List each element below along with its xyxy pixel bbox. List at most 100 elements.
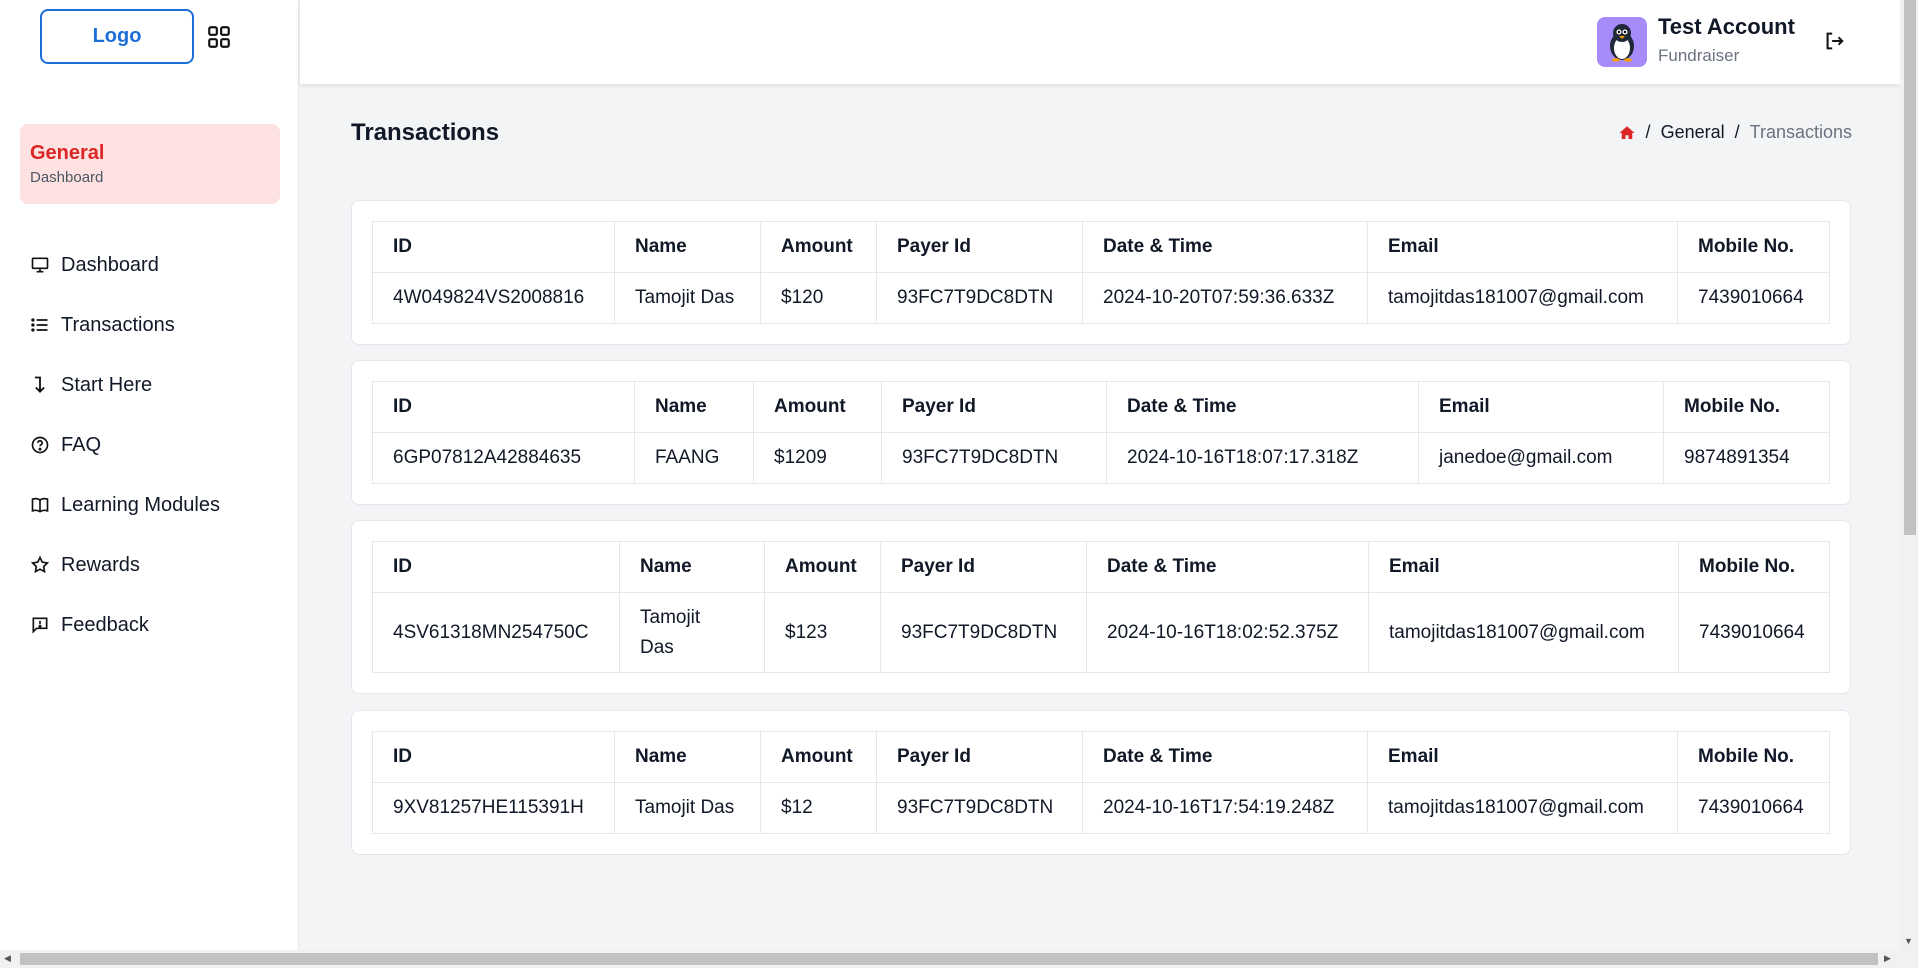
- cell-name: Tamojit Das: [614, 272, 761, 324]
- logout-icon[interactable]: [1823, 30, 1845, 52]
- cell-name: FAANG: [634, 432, 754, 484]
- sidebar-item-label: Transactions: [61, 313, 175, 336]
- sidebar: Logo General Dashboard Dashboard Transac…: [0, 0, 299, 950]
- section-title: General: [30, 142, 105, 164]
- cell-mobile: 7439010664: [1678, 592, 1830, 673]
- sidebar-item-label: Learning Modules: [61, 493, 220, 516]
- column-header-name: Name: [634, 381, 754, 433]
- column-header-amount: Amount: [753, 381, 882, 433]
- cell-datetime: 2024-10-16T17:54:19.248Z: [1082, 782, 1368, 834]
- sidebar-item-label: Rewards: [61, 553, 140, 576]
- column-header-payer-id: Payer Id: [876, 731, 1083, 783]
- cell-id: 4SV61318MN254750C: [372, 592, 620, 673]
- column-header-id: ID: [372, 221, 615, 273]
- horizontal-scroll-thumb[interactable]: [20, 953, 1878, 965]
- avatar[interactable]: [1597, 17, 1647, 67]
- breadcrumb-general[interactable]: General: [1661, 122, 1725, 143]
- cell-datetime: 2024-10-16T18:02:52.375Z: [1086, 592, 1369, 673]
- table-row: 9XV81257HE115391H Tamojit Das $12 93FC7T…: [372, 782, 1830, 834]
- column-header-name: Name: [614, 221, 761, 273]
- cell-payer-id: 93FC7T9DC8DTN: [876, 272, 1083, 324]
- cell-name: Tamojit Das: [619, 592, 765, 673]
- user-role: Fundraiser: [1658, 46, 1740, 65]
- sidebar-item-feedback[interactable]: Feedback: [30, 595, 220, 655]
- column-header-date-time: Date & Time: [1106, 381, 1419, 433]
- column-header-amount: Amount: [764, 541, 881, 593]
- cell-mobile: 7439010664: [1677, 782, 1830, 834]
- column-header-amount: Amount: [760, 731, 877, 783]
- column-header-mobile: Mobile No.: [1678, 541, 1830, 593]
- column-header-email: Email: [1368, 541, 1679, 593]
- cell-datetime: 2024-10-16T18:07:17.318Z: [1106, 432, 1419, 484]
- column-header-date-time: Date & Time: [1082, 731, 1368, 783]
- breadcrumb: / General / Transactions: [1618, 122, 1852, 143]
- cell-name: Tamojit Das: [614, 782, 761, 834]
- breadcrumb-current: Transactions: [1749, 122, 1852, 142]
- column-header-email: Email: [1418, 381, 1664, 433]
- vertical-scrollbar[interactable]: ▼: [1900, 0, 1918, 950]
- section-card-general[interactable]: General Dashboard: [20, 124, 280, 204]
- sidebar-item-label: Feedback: [61, 613, 149, 636]
- table-row: 6GP07812A42884635 FAANG $1209 93FC7T9DC8…: [372, 432, 1830, 484]
- home-icon[interactable]: [1618, 124, 1636, 142]
- column-header-payer-id: Payer Id: [881, 381, 1107, 433]
- column-header-mobile: Mobile No.: [1663, 381, 1830, 433]
- cell-id: 4W049824VS2008816: [372, 272, 615, 324]
- sidebar-item-start-here[interactable]: Start Here: [30, 355, 220, 415]
- column-header-name: Name: [614, 731, 761, 783]
- transaction-table: ID Name Amount Payer Id Date & Time Emai…: [372, 731, 1830, 834]
- question-icon: [31, 436, 49, 454]
- sidebar-item-label: Start Here: [61, 373, 153, 396]
- sidebar-item-dashboard[interactable]: Dashboard: [30, 235, 220, 295]
- sidebar-item-faq[interactable]: FAQ: [30, 415, 220, 475]
- cell-payer-id: 93FC7T9DC8DTN: [876, 782, 1083, 834]
- horizontal-scrollbar[interactable]: ◀ ▶: [0, 950, 1918, 968]
- cell-id: 6GP07812A42884635: [372, 432, 635, 484]
- column-header-payer-id: Payer Id: [880, 541, 1087, 593]
- list-icon: [31, 318, 48, 332]
- cell-email: janedoe@gmail.com: [1418, 432, 1664, 484]
- scroll-left-arrow-icon[interactable]: ◀: [4, 953, 11, 964]
- column-header-mobile: Mobile No.: [1677, 731, 1830, 783]
- sidebar-nav: Dashboard Transactions Start Here FAQ Le…: [30, 235, 220, 655]
- column-header-id: ID: [372, 541, 620, 593]
- cell-amount: $120: [760, 272, 877, 324]
- cell-email: tamojitdas181007@gmail.com: [1368, 592, 1679, 673]
- transaction-table: ID Name Amount Payer Id Date & Time Emai…: [372, 381, 1830, 484]
- column-header-email: Email: [1367, 731, 1678, 783]
- breadcrumb-separator: /: [1734, 122, 1740, 142]
- cell-email: tamojitdas181007@gmail.com: [1367, 782, 1678, 834]
- sidebar-item-label: Dashboard: [61, 253, 159, 276]
- transaction-card: ID Name Amount Payer Id Date & Time Emai…: [351, 710, 1851, 855]
- sidebar-item-rewards[interactable]: Rewards: [30, 535, 220, 595]
- sidebar-item-label: FAQ: [61, 433, 102, 456]
- cell-amount: $12: [760, 782, 877, 834]
- column-header-mobile: Mobile No.: [1677, 221, 1830, 273]
- logo-row: Logo: [40, 9, 232, 64]
- cell-mobile: 9874891354: [1663, 432, 1830, 484]
- table-row: 4SV61318MN254750C Tamojit Das $123 93FC7…: [372, 592, 1830, 673]
- top-header: Test Account Fundraiser: [300, 0, 1900, 84]
- sidebar-item-transactions[interactable]: Transactions: [30, 295, 220, 355]
- column-header-date-time: Date & Time: [1082, 221, 1368, 273]
- sidebar-item-learning-modules[interactable]: Learning Modules: [30, 475, 220, 535]
- logo-button[interactable]: Logo: [40, 9, 194, 64]
- cell-payer-id: 93FC7T9DC8DTN: [880, 592, 1087, 673]
- scroll-right-arrow-icon[interactable]: ▶: [1884, 953, 1891, 964]
- column-header-date-time: Date & Time: [1086, 541, 1369, 593]
- penguin-icon: [1610, 24, 1634, 62]
- scroll-down-arrow-icon[interactable]: ▼: [1904, 936, 1913, 946]
- transaction-card: ID Name Amount Payer Id Date & Time Emai…: [351, 200, 1851, 345]
- cell-email: tamojitdas181007@gmail.com: [1367, 272, 1678, 324]
- table-row: 4W049824VS2008816 Tamojit Das $120 93FC7…: [372, 272, 1830, 324]
- column-header-id: ID: [372, 731, 615, 783]
- star-icon: [30, 555, 50, 574]
- vertical-scroll-thumb[interactable]: [1904, 0, 1916, 535]
- cell-amount: $123: [764, 592, 881, 673]
- transaction-card: ID Name Amount Payer Id Date & Time Emai…: [351, 520, 1851, 694]
- cell-mobile: 7439010664: [1677, 272, 1830, 324]
- user-name: Test Account: [1658, 14, 1795, 39]
- column-header-payer-id: Payer Id: [876, 221, 1083, 273]
- apps-grid-icon[interactable]: [206, 24, 232, 50]
- breadcrumb-separator: /: [1645, 122, 1651, 142]
